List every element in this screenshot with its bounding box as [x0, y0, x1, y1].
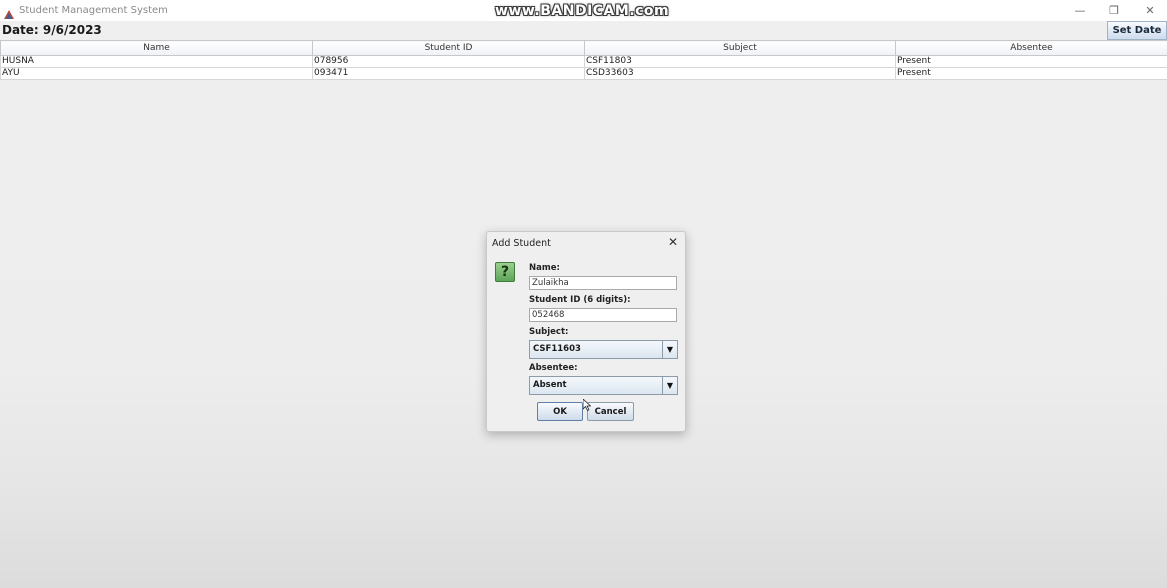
- ok-button[interactable]: OK: [537, 402, 583, 421]
- date-label: Date: 9/6/2023: [2, 23, 102, 37]
- subject-select[interactable]: CSF11603 ▼: [529, 340, 678, 359]
- absentee-selected-value: Absent: [533, 380, 567, 390]
- cell-absentee[interactable]: Present: [895, 67, 1167, 80]
- table-row[interactable]: HUSNA 078956 CSF11803 Present: [0, 55, 1167, 68]
- app-icon: [3, 5, 15, 20]
- cell-name[interactable]: HUSNA: [0, 55, 313, 68]
- restore-icon[interactable]: ❐: [1097, 0, 1131, 21]
- cell-student-id[interactable]: 093471: [312, 67, 585, 80]
- cell-subject[interactable]: CSF11803: [584, 55, 896, 68]
- cell-student-id[interactable]: 078956: [312, 55, 585, 68]
- chevron-down-icon[interactable]: ▼: [662, 377, 677, 394]
- name-label: Name:: [529, 263, 560, 273]
- subject-selected-value: CSF11603: [533, 344, 581, 354]
- student-id-field[interactable]: 052468: [529, 308, 677, 322]
- window-title: Student Management System: [19, 5, 168, 16]
- set-date-button[interactable]: Set Date: [1107, 21, 1167, 40]
- subject-label: Subject:: [529, 327, 569, 337]
- close-icon[interactable]: ✕: [1133, 0, 1167, 21]
- table-header-row: Name Student ID Subject Absentee: [0, 40, 1167, 56]
- name-field[interactable]: Zulaikha: [529, 276, 677, 290]
- cell-name[interactable]: AYU: [0, 67, 313, 80]
- student-id-label: Student ID (6 digits):: [529, 295, 631, 305]
- minimize-icon[interactable]: —: [1063, 0, 1097, 21]
- dialog-title: Add Student: [492, 238, 551, 249]
- question-icon: ?: [495, 262, 515, 282]
- cancel-button[interactable]: Cancel: [587, 402, 634, 421]
- table-row[interactable]: AYU 093471 CSD33603 Present: [0, 67, 1167, 80]
- cell-subject[interactable]: CSD33603: [584, 67, 896, 80]
- recorder-watermark: www.BANDICAM.com: [495, 3, 670, 19]
- cell-absentee[interactable]: Present: [895, 55, 1167, 68]
- header-row: Date: 9/6/2023: [0, 21, 1167, 40]
- column-header-name[interactable]: Name: [0, 40, 313, 56]
- dialog-close-icon[interactable]: ✕: [666, 235, 680, 249]
- column-header-absentee[interactable]: Absentee: [895, 40, 1167, 56]
- mouse-cursor-icon: [583, 399, 591, 411]
- chevron-down-icon[interactable]: ▼: [662, 341, 677, 358]
- absentee-select[interactable]: Absent ▼: [529, 376, 678, 395]
- column-header-subject[interactable]: Subject: [584, 40, 896, 56]
- column-header-student-id[interactable]: Student ID: [312, 40, 585, 56]
- student-table: Name Student ID Subject Absentee HUSNA 0…: [0, 40, 1167, 80]
- absentee-label: Absentee:: [529, 363, 578, 373]
